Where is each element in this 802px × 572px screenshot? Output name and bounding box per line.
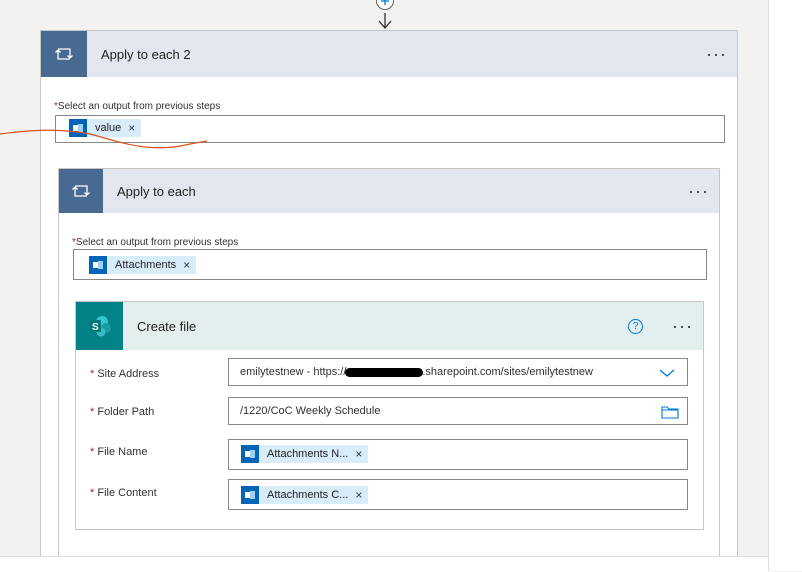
attachments-content-token[interactable]: Attachments C... × — [241, 486, 369, 504]
remove-token-icon[interactable]: × — [355, 488, 362, 502]
loop-icon — [59, 169, 103, 213]
outlook-icon — [241, 486, 259, 504]
outlook-icon — [89, 256, 107, 274]
more-options-icon[interactable]: ··· — [688, 182, 709, 200]
chevron-down-icon[interactable] — [659, 368, 675, 378]
file-name-label: * File Name — [90, 446, 148, 458]
arrow-down-icon — [378, 13, 392, 29]
site-address-label: * Site Address — [90, 368, 160, 380]
more-options-icon[interactable]: ··· — [672, 317, 693, 335]
select-output-label: *Select an output from previous steps — [72, 237, 239, 248]
svg-text:S: S — [92, 322, 99, 333]
right-panel — [768, 0, 802, 571]
create-file-card: S Create file ? ··· * Site Address emily… — [75, 301, 704, 530]
bottom-bar — [0, 556, 768, 572]
attachments-name-token[interactable]: Attachments N... × — [241, 445, 369, 463]
add-step-icon[interactable] — [376, 0, 394, 10]
apply-to-each-header[interactable]: Apply to each ··· — [59, 169, 719, 213]
apply-to-each-2-title: Apply to each 2 — [101, 46, 191, 62]
annotation-underline — [0, 129, 208, 149]
create-file-header[interactable]: S Create file ? ··· — [76, 302, 703, 350]
apply-to-each-title: Apply to each — [117, 183, 196, 199]
file-content-label: * File Content — [90, 487, 157, 499]
apply-to-each-2-header[interactable]: Apply to each 2 ··· — [41, 31, 737, 77]
create-file-title: Create file — [137, 318, 197, 334]
sharepoint-icon: S — [76, 302, 123, 350]
select-output-label: *Select an output from previous steps — [54, 101, 221, 112]
help-icon[interactable]: ? — [628, 318, 643, 334]
redaction — [345, 367, 424, 377]
attachments-token[interactable]: Attachments × — [89, 256, 197, 274]
outlook-icon — [241, 445, 259, 463]
select-output-input[interactable]: Attachments × — [73, 249, 707, 280]
file-content-input[interactable]: Attachments C... × — [228, 479, 688, 510]
folder-path-label: * Folder Path — [90, 406, 155, 418]
folder-icon[interactable] — [661, 405, 679, 419]
loop-icon — [41, 31, 87, 77]
folder-path-input[interactable]: /1220/CoC Weekly Schedule — [228, 397, 688, 425]
site-address-value: emilytestnew - https://.sharepoint.com/s… — [240, 366, 593, 378]
file-name-input[interactable]: Attachments N... × — [228, 439, 688, 470]
folder-path-value: /1220/CoC Weekly Schedule — [240, 405, 381, 417]
remove-token-icon[interactable]: × — [355, 447, 362, 461]
remove-token-icon[interactable]: × — [183, 258, 190, 272]
more-options-icon[interactable]: ··· — [706, 45, 727, 63]
site-address-dropdown[interactable]: emilytestnew - https://.sharepoint.com/s… — [228, 358, 688, 386]
